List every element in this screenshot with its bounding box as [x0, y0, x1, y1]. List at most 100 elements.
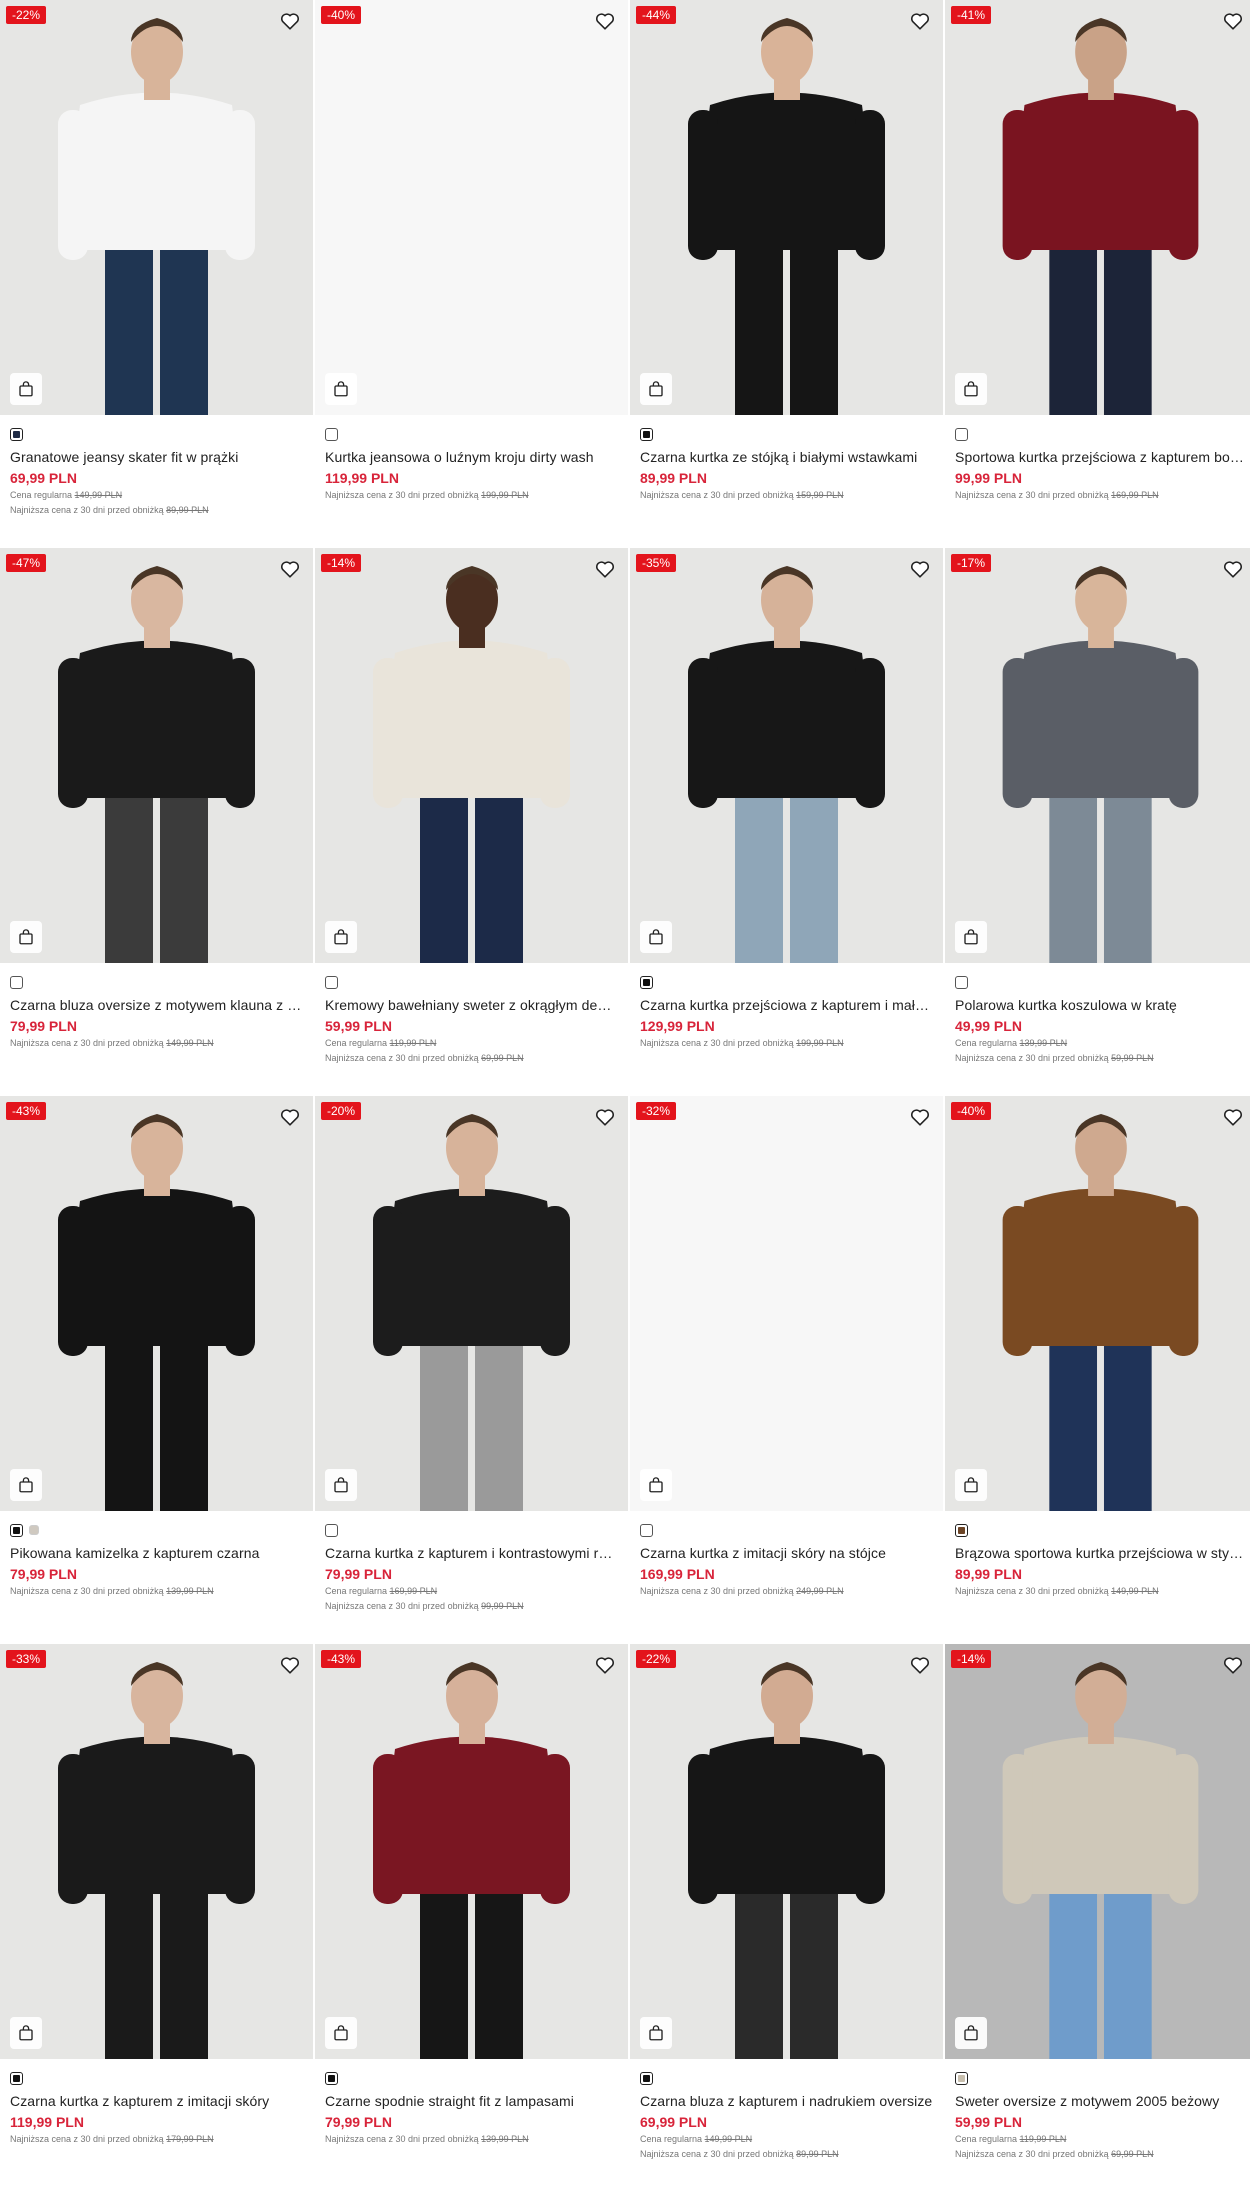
product-image[interactable]: -20%	[315, 1096, 628, 1511]
wishlist-heart-icon[interactable]	[279, 10, 301, 32]
price-note: Najniższa cena z 30 dni przed obniżką 19…	[640, 1037, 933, 1049]
add-to-bag-icon[interactable]	[640, 921, 672, 953]
wishlist-heart-icon[interactable]	[594, 10, 616, 32]
product-card[interactable]: -17% Polarowa kurtka koszulowa w kratę 49,…	[945, 548, 1250, 1096]
color-swatch[interactable]	[325, 975, 338, 989]
product-name[interactable]: Polarowa kurtka koszulowa w kratę	[955, 997, 1246, 1013]
product-card[interactable]: -33% Czarna kurtka z kapturem z imitacji …	[0, 1644, 313, 2192]
wishlist-heart-icon[interactable]	[594, 558, 616, 580]
product-card[interactable]: -14% Sweter oversize z motywem 2005 beżow…	[945, 1644, 1250, 2192]
product-card[interactable]: -14% Kremowy bawełniany sweter z okrągłym…	[315, 548, 628, 1096]
add-to-bag-icon[interactable]	[640, 373, 672, 405]
add-to-bag-icon[interactable]	[955, 921, 987, 953]
product-card[interactable]: -32% Czarna kurtka z imitacji skóry na st…	[630, 1096, 943, 1644]
wishlist-heart-icon[interactable]	[1222, 1654, 1244, 1676]
color-swatch[interactable]	[955, 427, 968, 441]
wishlist-heart-icon[interactable]	[279, 1106, 301, 1128]
product-card[interactable]: -22% Granatowe jeansy skater fit w prążki…	[0, 0, 313, 548]
color-swatch[interactable]	[955, 2071, 968, 2085]
product-image[interactable]: -22%	[630, 1644, 943, 2059]
product-image[interactable]: -43%	[315, 1644, 628, 2059]
product-card[interactable]: -35% Czarna kurtka przejściowa z kapturem…	[630, 548, 943, 1096]
color-swatch[interactable]	[29, 1525, 39, 1535]
color-swatch[interactable]	[955, 975, 968, 989]
wishlist-heart-icon[interactable]	[909, 1106, 931, 1128]
product-card[interactable]: -47% Czarna bluza oversize z motywem klau…	[0, 548, 313, 1096]
color-swatch[interactable]	[10, 2071, 23, 2085]
color-swatch[interactable]	[640, 1523, 653, 1537]
product-image[interactable]: -43%	[0, 1096, 313, 1511]
product-card[interactable]: -44% Czarna kurtka ze stójką i białymi ws…	[630, 0, 943, 548]
product-name[interactable]: Kremowy bawełniany sweter z okrągłym dek…	[325, 997, 618, 1013]
add-to-bag-icon[interactable]	[325, 1469, 357, 1501]
product-name[interactable]: Czarne spodnie straight fit z lampasami	[325, 2093, 618, 2109]
add-to-bag-icon[interactable]	[10, 373, 42, 405]
wishlist-heart-icon[interactable]	[1222, 10, 1244, 32]
product-card[interactable]: -43% Pikowana kamizelka z kapturem czarna…	[0, 1096, 313, 1644]
add-to-bag-icon[interactable]	[10, 1469, 42, 1501]
add-to-bag-icon[interactable]	[955, 1469, 987, 1501]
wishlist-heart-icon[interactable]	[279, 1654, 301, 1676]
product-image[interactable]: -41%	[945, 0, 1250, 415]
add-to-bag-icon[interactable]	[955, 373, 987, 405]
add-to-bag-icon[interactable]	[10, 921, 42, 953]
product-name[interactable]: Czarna kurtka z kapturem i kontrastowymi…	[325, 1545, 618, 1561]
wishlist-heart-icon[interactable]	[594, 1654, 616, 1676]
color-swatch[interactable]	[10, 1523, 23, 1537]
wishlist-heart-icon[interactable]	[1222, 1106, 1244, 1128]
product-image[interactable]: -47%	[0, 548, 313, 963]
product-card[interactable]: -41% Sportowa kurtka przejściowa z kaptur…	[945, 0, 1250, 548]
product-name[interactable]: Czarna kurtka z imitacji skóry na stójce	[640, 1545, 933, 1561]
product-name[interactable]: Czarna kurtka ze stójką i białymi wstawk…	[640, 449, 933, 465]
add-to-bag-icon[interactable]	[325, 921, 357, 953]
product-name[interactable]: Czarna kurtka z kapturem z imitacji skór…	[10, 2093, 303, 2109]
color-swatch[interactable]	[640, 2071, 653, 2085]
color-swatch[interactable]	[325, 427, 338, 441]
add-to-bag-icon[interactable]	[640, 1469, 672, 1501]
color-swatch[interactable]	[640, 975, 653, 989]
product-card[interactable]: -40% Kurtka jeansowa o luźnym kroju dirty…	[315, 0, 628, 548]
color-swatch[interactable]	[10, 975, 23, 989]
product-card[interactable]: -43% Czarne spodnie straight fit z lampas…	[315, 1644, 628, 2192]
add-to-bag-icon[interactable]	[955, 2017, 987, 2049]
color-swatch[interactable]	[10, 427, 23, 441]
add-to-bag-icon[interactable]	[640, 2017, 672, 2049]
wishlist-heart-icon[interactable]	[594, 1106, 616, 1128]
add-to-bag-icon[interactable]	[325, 373, 357, 405]
color-swatch[interactable]	[325, 1523, 338, 1537]
price-note-label: Cena regularna	[955, 1038, 1020, 1048]
product-image[interactable]: -22%	[0, 0, 313, 415]
wishlist-heart-icon[interactable]	[909, 10, 931, 32]
product-image[interactable]: -40%	[945, 1096, 1250, 1511]
product-image[interactable]: -40%	[315, 0, 628, 415]
product-image[interactable]: -32%	[630, 1096, 943, 1511]
product-name[interactable]: Sweter oversize z motywem 2005 beżowy	[955, 2093, 1246, 2109]
product-name[interactable]: Granatowe jeansy skater fit w prążki	[10, 449, 303, 465]
product-name[interactable]: Czarna kurtka przejściowa z kapturem i m…	[640, 997, 933, 1013]
product-name[interactable]: Kurtka jeansowa o luźnym kroju dirty was…	[325, 449, 618, 465]
wishlist-heart-icon[interactable]	[909, 1654, 931, 1676]
product-image[interactable]: -33%	[0, 1644, 313, 2059]
product-image[interactable]: -17%	[945, 548, 1250, 963]
wishlist-heart-icon[interactable]	[279, 558, 301, 580]
product-name[interactable]: Sportowa kurtka przejściowa z kapturem b…	[955, 449, 1246, 465]
color-swatch[interactable]	[955, 1523, 968, 1537]
product-card[interactable]: -22% Czarna bluza z kapturem i nadrukiem …	[630, 1644, 943, 2192]
add-to-bag-icon[interactable]	[10, 2017, 42, 2049]
product-name[interactable]: Brązowa sportowa kurtka przejściowa w st…	[955, 1545, 1246, 1561]
wishlist-heart-icon[interactable]	[909, 558, 931, 580]
color-swatch[interactable]	[640, 427, 653, 441]
product-image[interactable]: -35%	[630, 548, 943, 963]
color-swatch[interactable]	[325, 2071, 338, 2085]
product-card[interactable]: -20% Czarna kurtka z kapturem i kontrasto…	[315, 1096, 628, 1644]
product-card[interactable]: -40% Brązowa sportowa kurtka przejściowa …	[945, 1096, 1250, 1644]
product-image[interactable]: -14%	[315, 548, 628, 963]
add-to-bag-icon[interactable]	[325, 2017, 357, 2049]
product-image[interactable]: -14%	[945, 1644, 1250, 2059]
price-note-value: 59,99 PLN	[1111, 1053, 1154, 1063]
product-image[interactable]: -44%	[630, 0, 943, 415]
wishlist-heart-icon[interactable]	[1222, 558, 1244, 580]
product-name[interactable]: Czarna bluza z kapturem i nadrukiem over…	[640, 2093, 933, 2109]
product-name[interactable]: Pikowana kamizelka z kapturem czarna	[10, 1545, 303, 1561]
product-name[interactable]: Czarna bluza oversize z motywem klauna z…	[10, 997, 303, 1013]
